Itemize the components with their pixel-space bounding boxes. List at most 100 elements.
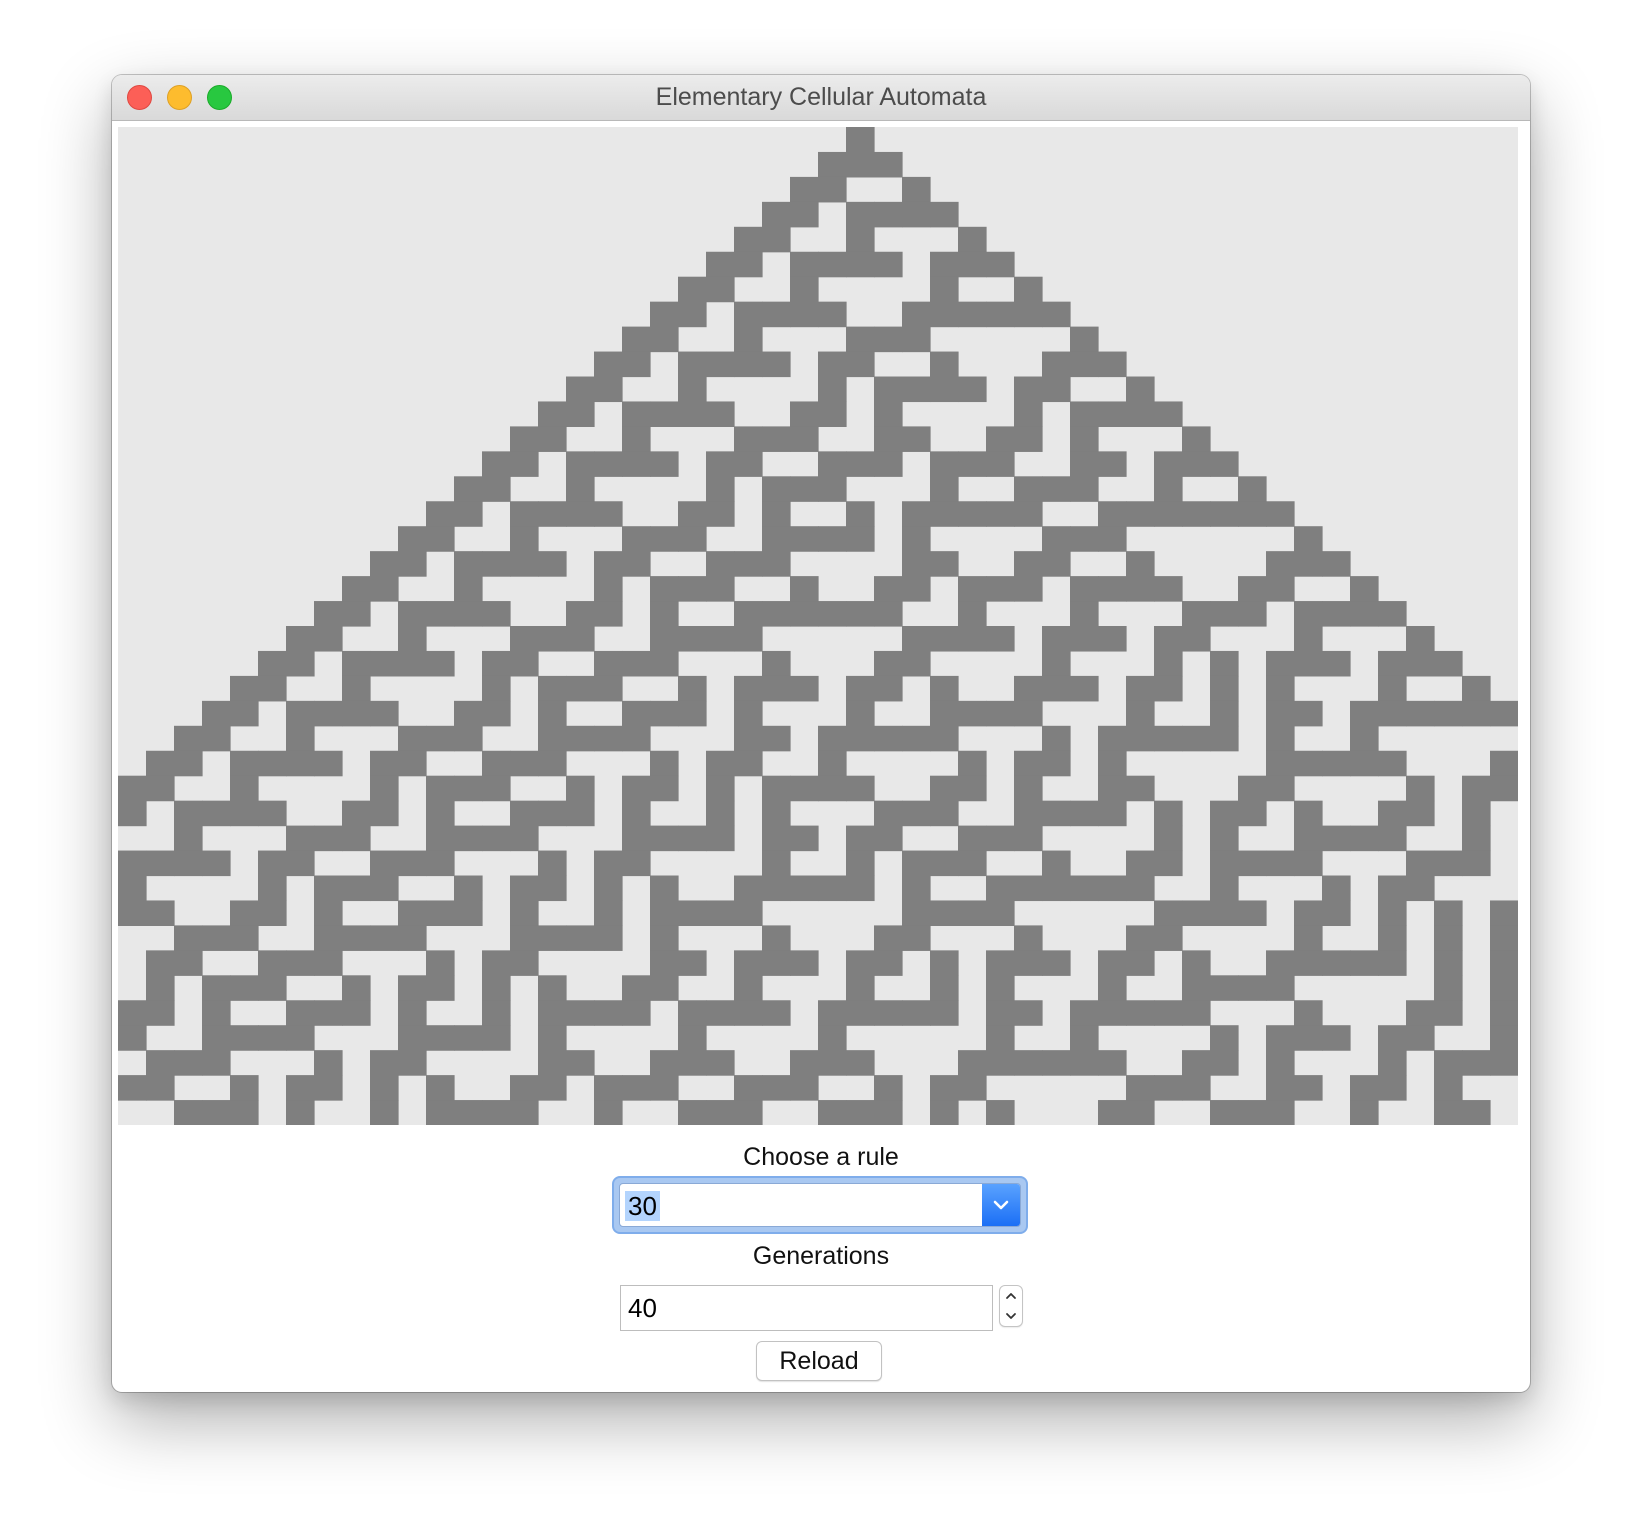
automaton-cell (846, 251, 875, 278)
automaton-cell (734, 675, 763, 702)
automaton-cell (510, 800, 539, 827)
automaton-cell (846, 326, 875, 353)
automaton-cell (370, 925, 399, 951)
automaton-cell (622, 700, 651, 727)
automaton-cell (1042, 526, 1071, 552)
automaton-cell (734, 451, 763, 477)
increment-button[interactable] (1000, 1286, 1022, 1306)
automaton-cell (818, 1050, 847, 1076)
rule-combo-box[interactable]: 30 (619, 1183, 1021, 1227)
automaton-cell (202, 975, 231, 1001)
automaton-cell (790, 176, 819, 203)
automaton-cell (538, 1075, 567, 1101)
automaton-cell (594, 850, 623, 877)
automaton-cell (1266, 775, 1295, 802)
automaton-cell (566, 626, 595, 652)
automaton-cell (762, 226, 791, 253)
automaton-cell (1042, 301, 1071, 328)
automaton-cell (1154, 1075, 1183, 1101)
rule-combo-dropdown-button[interactable] (982, 1184, 1020, 1226)
automaton-cell (1098, 626, 1127, 652)
automaton-cell (1098, 1050, 1127, 1076)
automaton-cell (1126, 376, 1155, 403)
automaton-cell (986, 301, 1015, 328)
automaton-cell (1294, 1000, 1323, 1026)
automaton-cell (594, 376, 623, 403)
automaton-cell (706, 451, 735, 477)
automaton-cell (678, 1050, 707, 1076)
rule-combo-value[interactable]: 30 (625, 1191, 660, 1221)
automaton-cell (202, 1025, 231, 1051)
automaton-cell (762, 1000, 791, 1026)
automaton-cell (594, 1075, 623, 1101)
automaton-cell (762, 351, 791, 378)
automaton-cell (846, 1100, 875, 1125)
automaton-cell (510, 950, 539, 976)
automaton-cell (1238, 576, 1267, 602)
generations-stepper[interactable] (999, 1285, 1023, 1327)
automaton-canvas (118, 127, 1518, 1125)
automaton-cell (1098, 750, 1127, 777)
automaton-cell (482, 975, 511, 1001)
automaton-cell (426, 775, 455, 802)
automaton-cell (566, 476, 595, 502)
automaton-cell (1210, 975, 1239, 1001)
automaton-cell (538, 675, 567, 702)
automaton-cell (1322, 900, 1351, 926)
automaton-cell (1126, 675, 1155, 702)
generations-input[interactable]: 40 (620, 1285, 993, 1331)
automaton-cell (986, 1025, 1015, 1051)
automaton-cell (818, 401, 847, 427)
automaton-cell (342, 650, 371, 677)
automaton-cell (314, 700, 343, 727)
automaton-cell (846, 526, 875, 552)
title-bar[interactable]: Elementary Cellular Automata (112, 75, 1530, 121)
automaton-cell (1462, 1050, 1491, 1076)
automaton-cell (762, 850, 791, 877)
automaton-cell (566, 376, 595, 403)
automaton-cell (258, 850, 287, 877)
automaton-cell (566, 725, 595, 752)
automaton-cell (902, 875, 931, 902)
automaton-cell (1154, 451, 1183, 477)
automaton-cell (314, 1000, 343, 1026)
automaton-cell (762, 950, 791, 976)
automaton-cell (146, 850, 175, 877)
automaton-cell (454, 725, 483, 752)
automaton-cell (734, 725, 763, 752)
automaton-cell (902, 426, 931, 452)
reload-button[interactable]: Reload (756, 1341, 882, 1381)
automaton-cell (958, 750, 987, 777)
automaton-cell (1462, 850, 1491, 877)
automaton-cell (902, 800, 931, 827)
automaton-cell (650, 925, 679, 951)
automaton-cell (1434, 1075, 1463, 1101)
automaton-cell (538, 925, 567, 951)
automaton-cell (1462, 675, 1491, 702)
automaton-cell (146, 1000, 175, 1026)
automaton-cell (1378, 700, 1407, 727)
automaton-cell (622, 551, 651, 577)
automaton-cell (482, 825, 511, 852)
automaton-cell (118, 900, 147, 926)
automaton-cell (174, 800, 203, 827)
automaton-cell (1042, 626, 1071, 652)
automaton-cell (1266, 700, 1295, 727)
automaton-cell (482, 601, 511, 627)
automaton-cell (1322, 950, 1351, 976)
automaton-cell (846, 351, 875, 378)
automaton-cell (1294, 626, 1323, 652)
generations-value[interactable]: 40 (628, 1286, 657, 1330)
automaton-cell (1154, 800, 1183, 827)
automaton-cell (650, 950, 679, 976)
automaton-cell (762, 650, 791, 677)
automaton-cell (1042, 800, 1071, 827)
automaton-cell (510, 626, 539, 652)
automaton-cell (790, 1075, 819, 1101)
automaton-cell (1406, 850, 1435, 877)
automaton-cell (1070, 675, 1099, 702)
automaton-cell (1238, 975, 1267, 1001)
decrement-button[interactable] (1000, 1306, 1022, 1326)
automaton-cell (118, 1000, 147, 1026)
automaton-cell (370, 1075, 399, 1101)
